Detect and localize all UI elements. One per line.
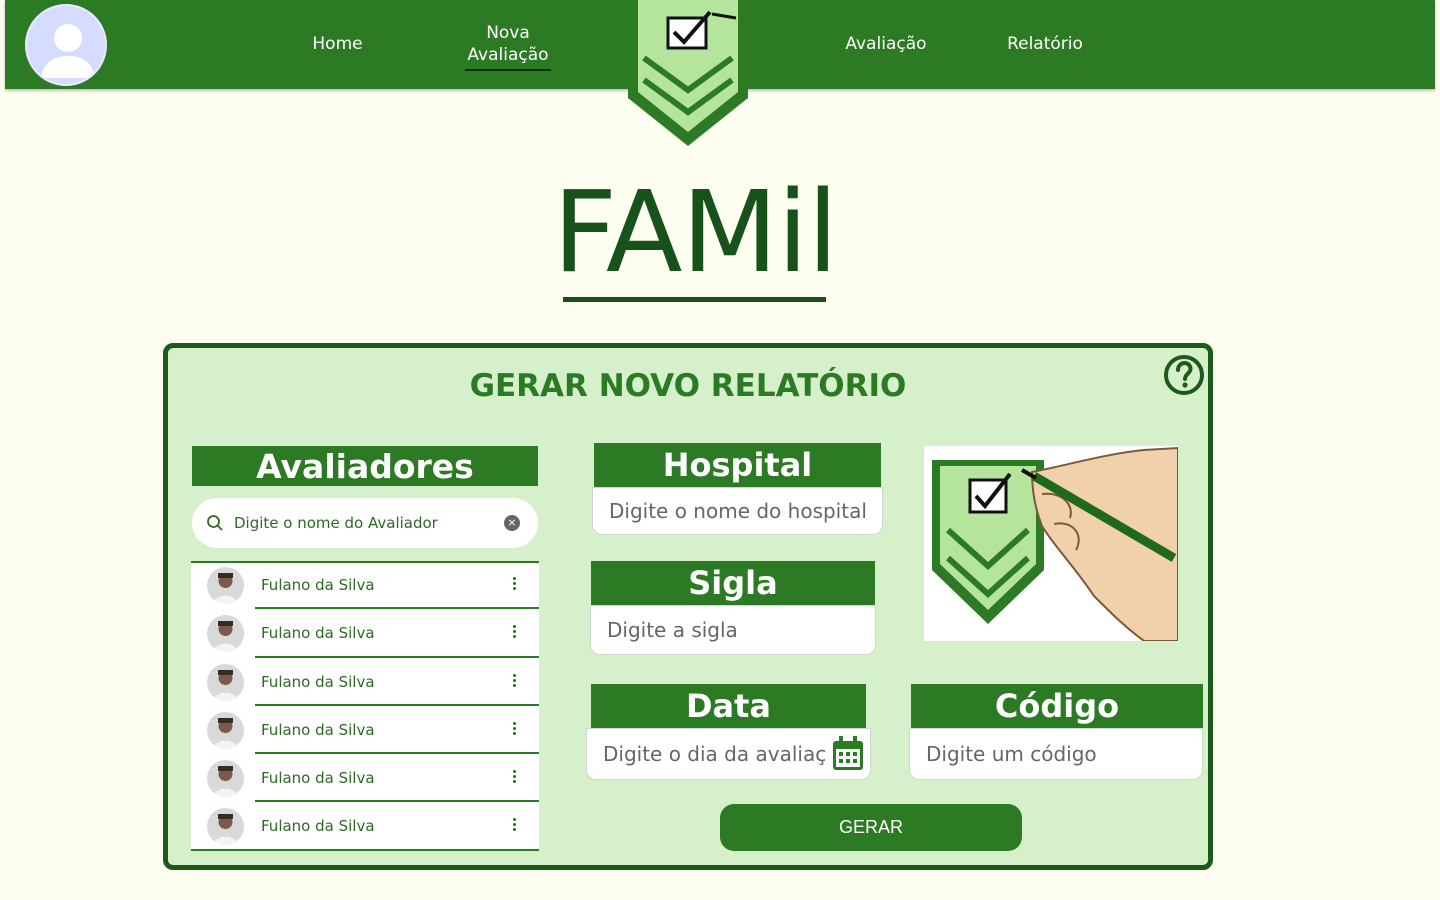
app-logo-badge[interactable] bbox=[624, 0, 752, 150]
hospital-heading: Hospital bbox=[594, 443, 881, 487]
nav-avaliacao[interactable]: Avaliação bbox=[831, 33, 941, 55]
avaliador-search-input[interactable] bbox=[234, 508, 494, 538]
more-options-icon[interactable] bbox=[509, 768, 519, 788]
avatar bbox=[207, 711, 244, 749]
avaliador-name: Fulano da Silva bbox=[261, 720, 375, 739]
avaliador-name: Fulano da Silva bbox=[261, 624, 375, 643]
gerar-button[interactable]: GERAR bbox=[720, 804, 1022, 851]
more-options-icon[interactable] bbox=[509, 575, 519, 595]
codigo-heading: Código bbox=[911, 684, 1203, 728]
more-options-icon[interactable] bbox=[509, 816, 519, 836]
avaliador-name: Fulano da Silva bbox=[261, 576, 375, 594]
nav-relatorio[interactable]: Relatório bbox=[995, 33, 1095, 55]
sigla-heading: Sigla bbox=[591, 561, 875, 605]
data-heading: Data bbox=[591, 684, 866, 728]
more-options-icon[interactable] bbox=[509, 672, 519, 692]
nav-nova-line2: Avaliação bbox=[467, 45, 549, 65]
codigo-input[interactable] bbox=[909, 728, 1203, 780]
user-avatar[interactable] bbox=[25, 4, 107, 86]
avaliador-search: × bbox=[192, 498, 538, 548]
list-item[interactable]: Fulano da Silva bbox=[191, 609, 539, 658]
avatar bbox=[207, 760, 244, 798]
calendar-icon[interactable] bbox=[831, 736, 865, 772]
hospital-input[interactable] bbox=[592, 487, 883, 535]
avatar bbox=[207, 567, 244, 604]
list-item[interactable]: Fulano da Silva bbox=[191, 754, 539, 803]
avatar bbox=[207, 808, 244, 846]
search-icon bbox=[207, 515, 223, 531]
panel-title: GERAR NOVO RELATÓRIO bbox=[469, 368, 907, 404]
report-illustration bbox=[924, 446, 1178, 641]
list-item[interactable]: Fulano da Silva bbox=[191, 658, 539, 706]
list-item[interactable]: Fulano da Silva bbox=[191, 802, 539, 851]
list-divider bbox=[191, 848, 539, 851]
avaliadores-list: Fulano da Silva Fulano da Silva Fulano d… bbox=[191, 561, 539, 851]
user-icon bbox=[41, 24, 95, 78]
nav-nova-line1: Nova bbox=[486, 23, 530, 43]
nav-home[interactable]: Home bbox=[295, 33, 380, 55]
avaliadores-heading: Avaliadores bbox=[192, 446, 538, 486]
nav-nova-avaliacao[interactable]: Nova Avaliação bbox=[453, 22, 563, 71]
list-item[interactable]: Fulano da Silva bbox=[191, 706, 539, 755]
data-input[interactable] bbox=[586, 728, 871, 780]
sigla-input[interactable] bbox=[590, 605, 876, 655]
more-options-icon[interactable] bbox=[509, 720, 519, 740]
help-icon[interactable] bbox=[1162, 353, 1206, 397]
avaliador-name: Fulano da Silva bbox=[261, 769, 375, 788]
more-options-icon[interactable] bbox=[509, 623, 519, 643]
avatar bbox=[207, 615, 244, 653]
report-panel: GERAR NOVO RELATÓRIO Avaliadores × Fulan… bbox=[163, 343, 1213, 870]
brand-underline bbox=[563, 297, 826, 302]
brand-title: FAMil bbox=[552, 168, 839, 298]
clear-search-icon[interactable]: × bbox=[504, 515, 520, 531]
avaliador-name: Fulano da Silva bbox=[261, 672, 375, 691]
active-nav-indicator bbox=[465, 69, 551, 71]
avaliador-name: Fulano da Silva bbox=[261, 817, 375, 836]
avatar bbox=[207, 663, 244, 701]
list-item[interactable]: Fulano da Silva bbox=[191, 561, 539, 610]
